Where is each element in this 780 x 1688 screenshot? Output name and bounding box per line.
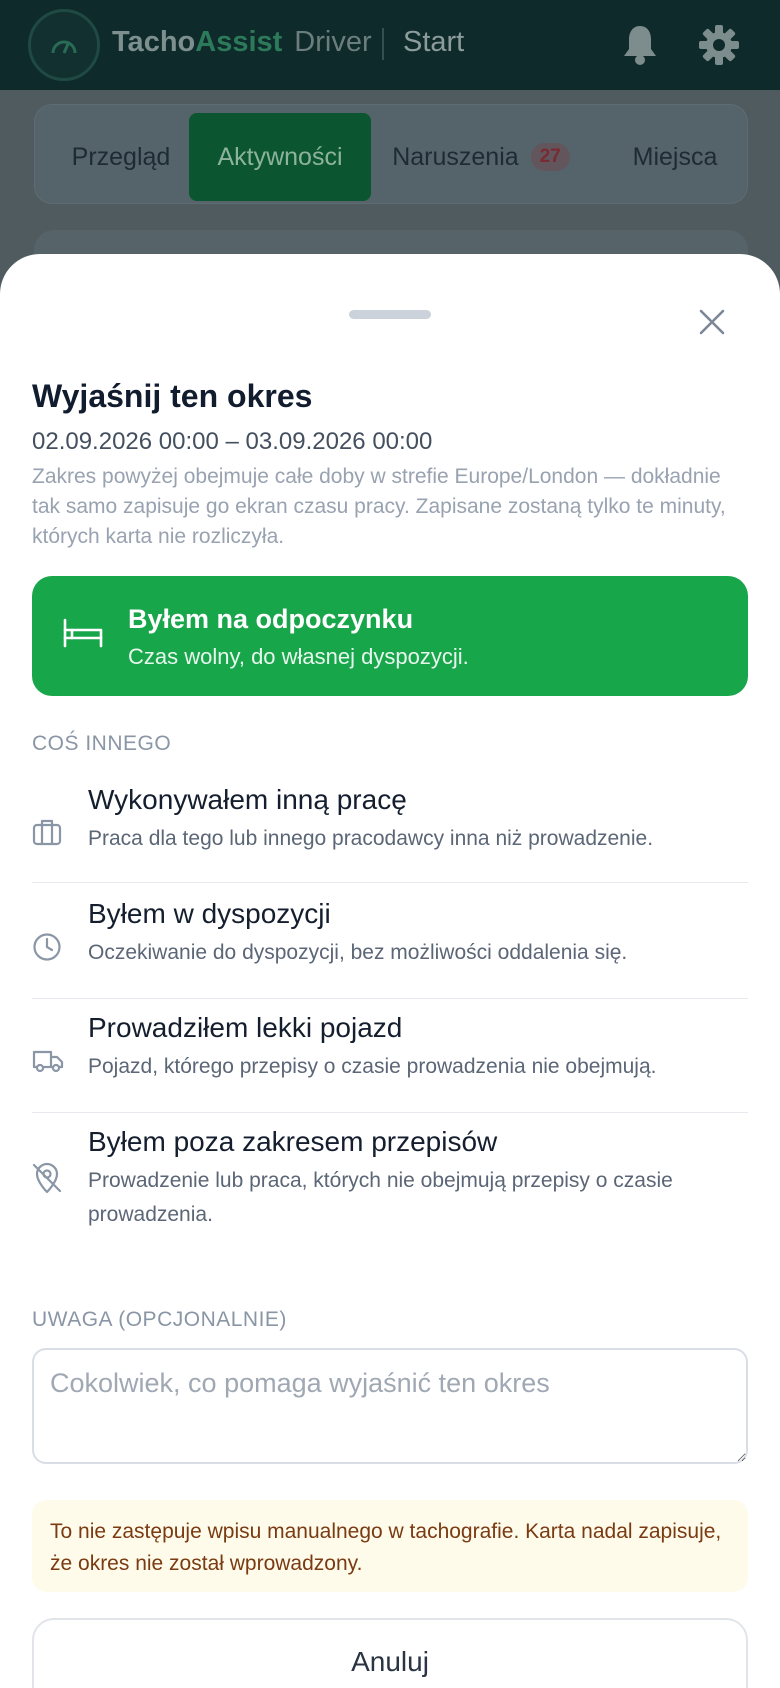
option-subtitle: Oczekiwanie do dyspozycji, bez możliwośc… <box>88 941 628 964</box>
page-title: Start <box>403 26 465 58</box>
tab-label: Aktywności <box>217 142 343 171</box>
violations-badge: 27 <box>530 143 570 171</box>
brand-part-3: Driver <box>294 26 372 58</box>
date-range: 02.09.2026 00:00 – 03.09.2026 00:00 <box>32 428 433 455</box>
option-subtitle: Praca dla tego lub innego pracodawcy inn… <box>88 827 654 850</box>
truck-icon <box>32 1048 64 1079</box>
divider <box>32 882 748 883</box>
tab-violations[interactable]: Naruszenia 27 <box>381 113 581 201</box>
clock-icon <box>32 932 62 967</box>
option-availability[interactable]: Byłem w dyspozycji Oczekiwanie do dyspoz… <box>32 896 748 1000</box>
explain-period-sheet: Wyjaśnij ten okres 02.09.2026 00:00 – 03… <box>0 254 780 1688</box>
bed-icon <box>62 616 104 655</box>
option-out-of-scope[interactable]: Byłem poza zakresem przepisów Prowadzeni… <box>32 1124 748 1260</box>
tab-activities[interactable]: Aktywności <box>189 113 371 201</box>
brand-part-2: Assist <box>195 26 283 58</box>
tab-label: Miejsca <box>632 142 718 171</box>
tab-places[interactable]: Miejsca <box>615 113 735 201</box>
option-title: Byłem poza zakresem przepisów <box>88 1126 498 1157</box>
tab-overview[interactable]: Przegląd <box>49 113 193 201</box>
close-icon[interactable] <box>694 304 730 340</box>
option-title: Byłem w dyspozycji <box>88 898 331 929</box>
brand-name: Tacho Assist Driver <box>112 26 372 59</box>
sheet-title: Wyjaśnij ten okres <box>32 378 313 414</box>
option-title: Prowadziłem lekki pojazd <box>88 1012 403 1043</box>
bell-icon[interactable] <box>622 24 658 71</box>
brand-part-1: Tacho <box>112 26 196 58</box>
note-label: UWAGA (OPCJONALNIE) <box>32 1308 287 1331</box>
divider <box>32 998 748 999</box>
gear-icon[interactable] <box>698 24 740 71</box>
rest-button[interactable]: Byłem na odpoczynku Czas wolny, do własn… <box>32 576 748 696</box>
tab-label: Przegląd <box>71 142 171 171</box>
header-divider <box>382 28 384 60</box>
tab-label: Naruszenia <box>392 142 519 171</box>
rest-button-title: Byłem na odpoczynku <box>128 604 414 634</box>
option-other-work[interactable]: Wykonywałem inną pracę Praca dla tego lu… <box>32 782 748 886</box>
app-header: Tacho Assist Driver Start <box>0 0 780 90</box>
briefcase-icon <box>32 818 62 851</box>
divider <box>32 1112 748 1113</box>
option-light-vehicle[interactable]: Prowadziłem lekki pojazd Pojazd, którego… <box>32 1010 748 1114</box>
tab-bar: Przegląd Aktywności Naruszenia 27 Miejsca <box>34 104 748 204</box>
cancel-button[interactable]: Anuluj <box>32 1618 748 1688</box>
drag-handle[interactable] <box>349 310 431 319</box>
option-subtitle: Prowadzenie lub praca, których nie obejm… <box>88 1169 673 1226</box>
location-off-icon <box>32 1162 62 1199</box>
warning-notice: To nie zastępuje wpisu manualnego w tach… <box>32 1500 748 1592</box>
rest-button-subtitle: Czas wolny, do własnej dyspozycji. <box>128 644 469 669</box>
period-description: Zakres powyżej obejmuje całe doby w stre… <box>32 465 726 548</box>
option-subtitle: Pojazd, którego przepisy o czasie prowad… <box>88 1055 657 1078</box>
section-label: COŚ INNEGO <box>32 732 172 755</box>
option-title: Wykonywałem inną pracę <box>88 784 407 815</box>
note-field[interactable] <box>32 1348 748 1464</box>
speedometer-logo-icon <box>28 9 100 81</box>
